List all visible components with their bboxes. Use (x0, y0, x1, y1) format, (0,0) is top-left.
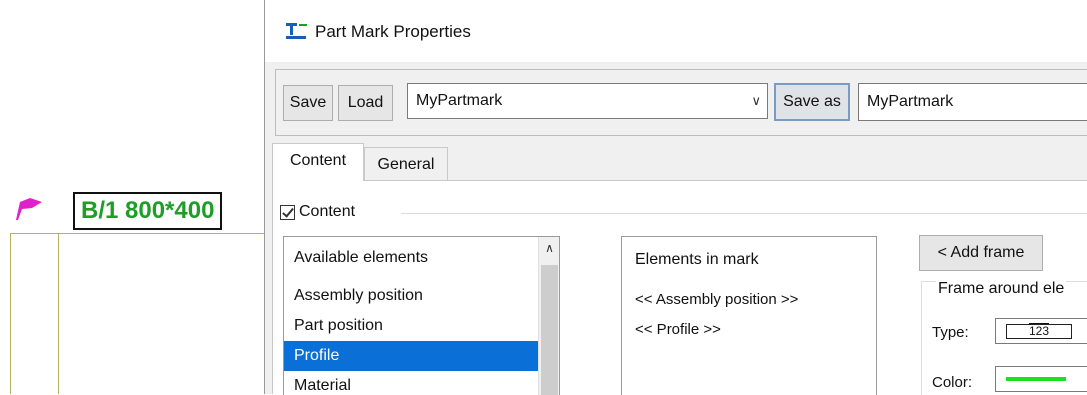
drawing-area[interactable]: B/1 800*400 (0, 0, 264, 394)
save-as-name-input[interactable]: MyPartmark (858, 83, 1087, 121)
frame-group-legend: Frame around ele (936, 280, 1067, 298)
content-checkbox-label: Content (299, 203, 356, 220)
part-mark-properties-dialog: Part Mark Properties Save Load MyPartmar… (264, 0, 1087, 395)
drawing-gridline-vertical (10, 233, 11, 394)
part-mark[interactable]: B/1 800*400 (73, 192, 223, 230)
list-item[interactable]: Material (284, 371, 538, 395)
vertical-scrollbar[interactable]: ∧ (538, 237, 559, 395)
available-elements-header: Available elements (294, 249, 429, 266)
chevron-down-icon[interactable]: ∨ (751, 84, 761, 118)
load-button[interactable]: Load (338, 85, 393, 121)
frame-type-label: Type: (932, 324, 969, 341)
list-item[interactable]: << Assembly position >> (635, 291, 798, 308)
tab-content[interactable]: Content (272, 143, 364, 181)
leader-flag-icon (16, 198, 42, 220)
settings-dropdown-value: MyPartmark (416, 92, 503, 109)
save-as-button[interactable]: Save as (774, 83, 850, 121)
scrollbar-thumb[interactable] (541, 265, 558, 395)
group-divider (401, 213, 1087, 214)
drawing-gridline-vertical (58, 233, 59, 394)
list-item[interactable]: Assembly position (284, 281, 538, 311)
list-item-selected[interactable]: Profile (284, 341, 538, 371)
frame-color-swatch (1006, 377, 1066, 381)
frame-color-label: Color: (932, 374, 973, 391)
frame-color-dropdown[interactable] (995, 366, 1087, 392)
frame-type-sample: 123 (1006, 324, 1072, 339)
part-mark-app-icon (286, 23, 307, 39)
settings-dropdown[interactable]: MyPartmark ∨ (407, 83, 768, 119)
content-checkbox[interactable]: Content (280, 203, 355, 221)
list-item[interactable]: Part position (284, 311, 538, 341)
tab-general[interactable]: General (364, 147, 448, 181)
content-tab-panel: Content Available elements Assembly posi… (272, 180, 1087, 395)
elements-in-mark-list[interactable]: Elements in mark << Assembly position >>… (621, 236, 877, 395)
list-item[interactable]: << Profile >> (635, 321, 721, 338)
checkbox-checked-icon[interactable] (280, 204, 295, 220)
frame-type-dropdown[interactable]: 123 (995, 318, 1087, 344)
add-frame-button[interactable]: < Add frame (919, 235, 1043, 271)
available-elements-list[interactable]: Available elements Assembly position Par… (283, 236, 560, 395)
elements-in-mark-header: Elements in mark (635, 251, 759, 268)
scroll-up-arrow-icon[interactable]: ∧ (539, 241, 559, 255)
dialog-title: Part Mark Properties (315, 22, 471, 41)
frame-settings-group: Frame around ele Type: 123 Color: (921, 280, 1087, 395)
title-bar: Part Mark Properties (265, 0, 1087, 62)
settings-toolbar: Save Load MyPartmark ∨ Save as MyPartmar… (275, 69, 1087, 136)
drawing-gridline-horizontal (10, 233, 264, 234)
save-button[interactable]: Save (283, 85, 333, 121)
